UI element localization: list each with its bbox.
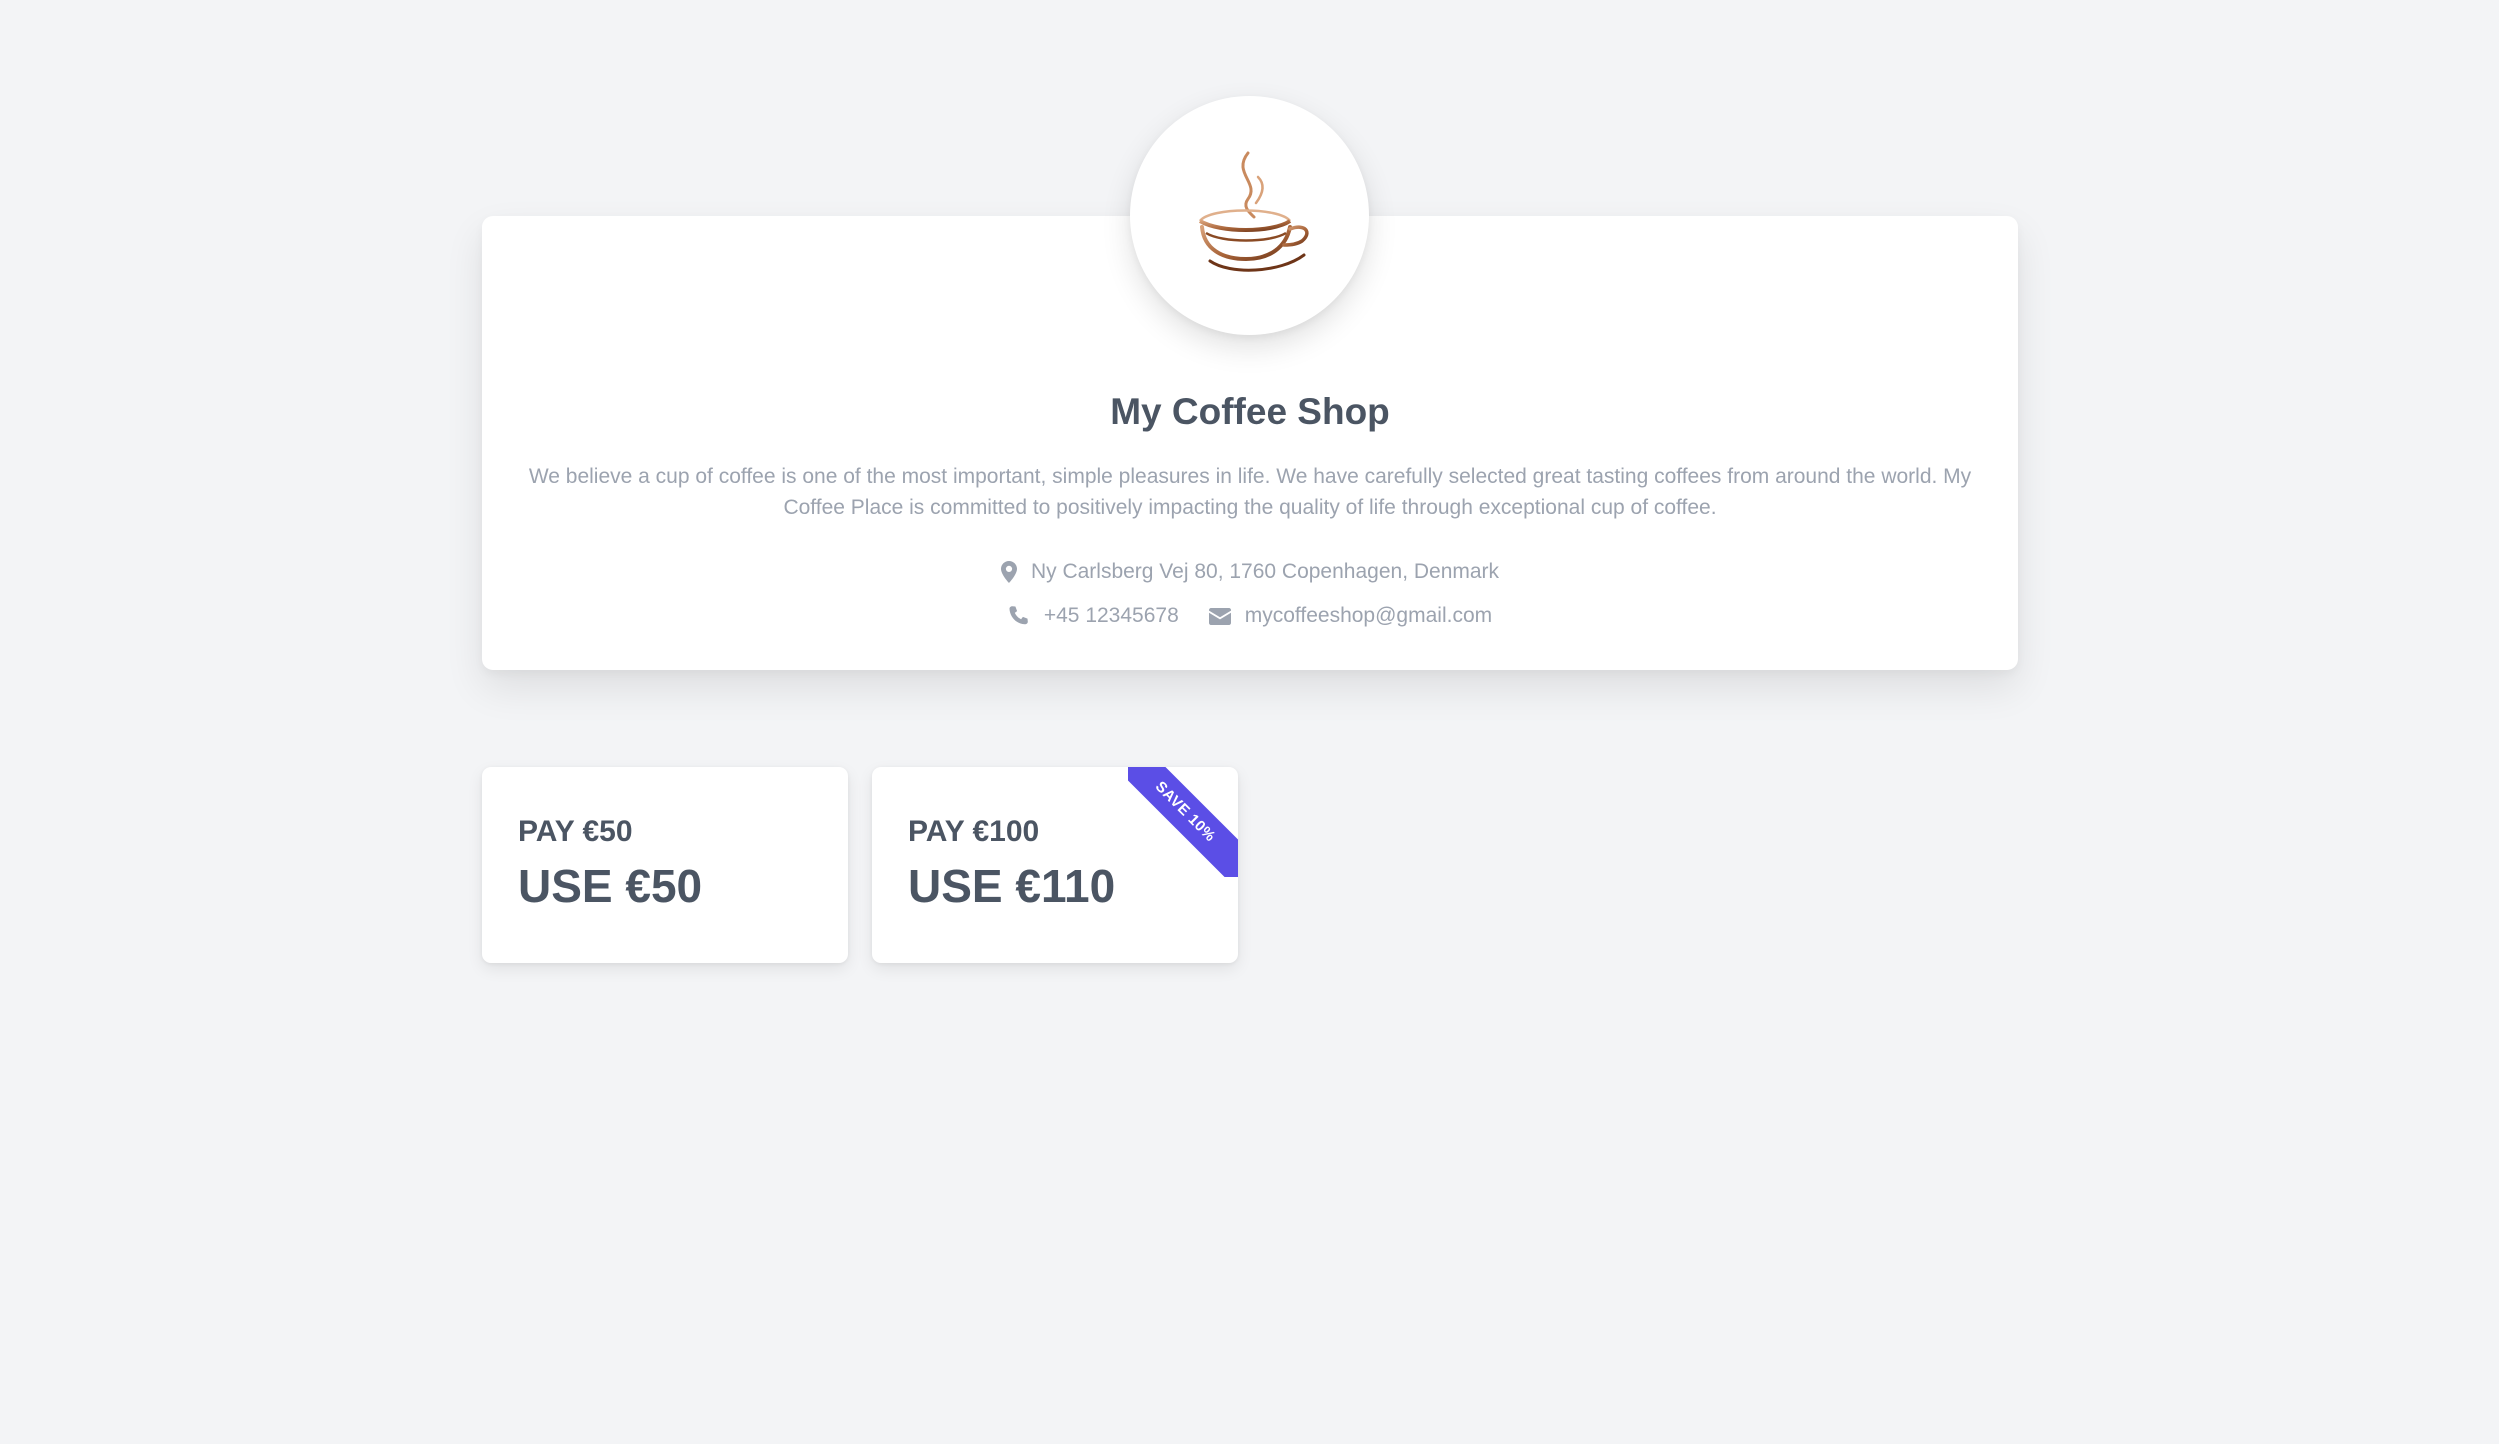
- address-text: Ny Carlsberg Vej 80, 1760 Copenhagen, De…: [1030, 560, 1500, 583]
- shop-description: We believe a cup of coffee is one of the…: [528, 465, 1972, 519]
- voucher-card-100[interactable]: PAY €100 USE €110 SAVE 10%: [872, 767, 1238, 963]
- envelope-icon: [1208, 607, 1231, 625]
- shop-name: My Coffee Shop: [1110, 391, 1390, 432]
- voucher-pay-amount: PAY €100: [908, 815, 1040, 848]
- shop-logo: [1130, 96, 1369, 335]
- voucher-use-amount: USE €50: [518, 860, 703, 912]
- email-text: mycoffeeshop@gmail.com: [1244, 604, 1493, 627]
- voucher-pay-amount: PAY €50: [518, 815, 633, 848]
- phone-email-row: +45 12345678 mycoffeeshop@gmail.com: [482, 604, 2018, 628]
- address-row: Ny Carlsberg Vej 80, 1760 Copenhagen, De…: [482, 560, 2018, 584]
- save-ribbon-label: SAVE 10%: [1128, 767, 1238, 877]
- map-pin-icon: [1000, 561, 1017, 583]
- save-ribbon: SAVE 10%: [1128, 767, 1238, 877]
- voucher-card-50[interactable]: PAY €50 USE €50: [482, 767, 848, 963]
- coffee-cup-icon: [1170, 133, 1330, 298]
- phone-item[interactable]: +45 12345678: [1008, 604, 1179, 628]
- phone-icon: [1008, 605, 1030, 627]
- phone-text: +45 12345678: [1043, 604, 1179, 627]
- email-item[interactable]: mycoffeeshop@gmail.com: [1208, 604, 1493, 628]
- voucher-use-amount: USE €110: [908, 860, 1116, 912]
- address-item: Ny Carlsberg Vej 80, 1760 Copenhagen, De…: [1000, 560, 1500, 584]
